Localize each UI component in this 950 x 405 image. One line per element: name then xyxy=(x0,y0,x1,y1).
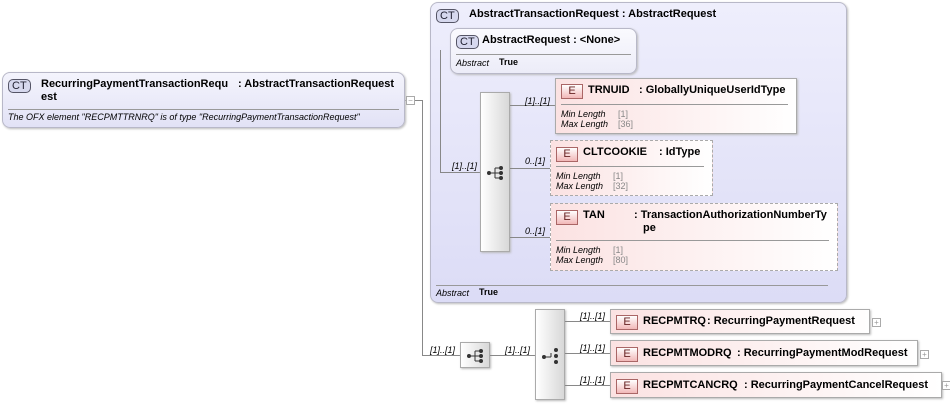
expand-button[interactable]: + xyxy=(942,381,950,390)
ct-badge: CT xyxy=(456,35,479,49)
collapse-button[interactable]: − xyxy=(406,96,415,105)
sequence-compositor[interactable] xyxy=(460,342,490,368)
parent-complex-type[interactable]: CT AbstractRequest : <None> Abstract Tru… xyxy=(450,28,637,74)
ct-plus-badge: CT xyxy=(8,79,31,93)
element-type: : GloballyUniqueUserIdType xyxy=(639,84,786,96)
max-length-label: Max Length xyxy=(556,181,604,191)
element-type: : RecurringPaymentRequest xyxy=(707,315,855,327)
element-type: : RecurringPaymentModRequest xyxy=(737,347,908,359)
element-badge: E xyxy=(556,147,578,162)
element-trnuid[interactable]: E TRNUID : GloballyUniqueUserIdType Min … xyxy=(555,78,797,134)
min-length-label: Min Length xyxy=(556,171,601,181)
element-cltcookie[interactable]: E CLTCOOKIE : IdType Min Length [1] Max … xyxy=(550,140,713,196)
element-badge: E xyxy=(561,84,583,99)
root-name-cont: est xyxy=(41,91,57,103)
connector xyxy=(422,355,460,356)
element-badge: E xyxy=(616,315,638,330)
root-type: : AbstractTransactionRequest xyxy=(238,78,395,90)
cardinality: [1]..[1] xyxy=(580,311,606,321)
cardinality: [1]..[1] xyxy=(452,161,478,171)
element-badge: E xyxy=(616,347,638,362)
element-name: TRNUID xyxy=(588,84,630,96)
cardinality: [1]..[1] xyxy=(430,345,456,355)
element-recpmtmodrq[interactable]: E RECPMTMODRQ : RecurringPaymentModReque… xyxy=(610,340,918,366)
element-badge: E xyxy=(616,379,638,394)
min-length-label: Min Length xyxy=(561,109,606,119)
sequence-icon xyxy=(467,349,483,363)
base-title: AbstractTransactionRequest : AbstractReq… xyxy=(469,8,717,20)
root-complex-type[interactable]: CT RecurringPaymentTransactionRequ est :… xyxy=(2,72,405,128)
element-name: CLTCOOKIE xyxy=(583,146,647,158)
abstract-label: Abstract xyxy=(436,288,470,298)
root-name: RecurringPaymentTransactionRequ xyxy=(41,78,229,90)
min-length-label: Min Length xyxy=(556,245,601,255)
element-type-cont: pe xyxy=(643,222,656,234)
element-type: : TransactionAuthorizationNumberTy xyxy=(634,209,827,221)
parent-title: AbstractRequest : <None> xyxy=(482,34,621,46)
max-length-value: [36] xyxy=(618,119,634,129)
abstract-value: True xyxy=(479,287,499,297)
min-length-value: [1] xyxy=(613,245,624,255)
cardinality: 0..[1] xyxy=(525,226,546,236)
cardinality: [1]..[1] xyxy=(580,343,606,353)
element-name: RECPMTCANCRQ xyxy=(643,379,738,391)
element-name: RECPMTMODRQ xyxy=(643,347,732,359)
element-badge: E xyxy=(556,210,578,225)
element-tan[interactable]: E TAN : TransactionAuthorizationNumberTy… xyxy=(550,203,838,271)
sequence-icon xyxy=(487,166,503,180)
element-name: RECPMTRQ xyxy=(643,315,706,327)
element-name: TAN xyxy=(583,209,605,221)
element-type: : RecurringPaymentCancelRequest xyxy=(744,379,928,391)
choice-icon xyxy=(542,348,558,364)
max-length-label: Max Length xyxy=(556,255,604,265)
max-length-value: [80] xyxy=(613,255,629,265)
cardinality: [1]..[1] xyxy=(580,375,606,385)
ct-plus-badge: CT xyxy=(436,9,459,23)
cardinality: [1]..[1] xyxy=(505,345,531,355)
element-recpmtrq[interactable]: E RECPMTRQ : RecurringPaymentRequest xyxy=(610,309,870,334)
abstract-label: Abstract xyxy=(456,58,490,68)
cardinality: [1]..[1] xyxy=(525,96,551,106)
sequence-compositor[interactable] xyxy=(480,92,510,252)
max-length-label: Max Length xyxy=(561,119,609,129)
abstract-value: True xyxy=(499,57,519,67)
min-length-value: [1] xyxy=(618,109,629,119)
expand-button[interactable]: + xyxy=(920,350,929,359)
choice-compositor[interactable] xyxy=(535,309,565,400)
element-type: : IdType xyxy=(659,146,701,158)
expand-button[interactable]: + xyxy=(872,318,881,327)
min-length-value: [1] xyxy=(613,171,624,181)
max-length-value: [32] xyxy=(613,181,629,191)
element-recpmtcancrq[interactable]: E RECPMTCANCRQ : RecurringPaymentCancelR… xyxy=(610,372,942,398)
cardinality: 0..[1] xyxy=(525,156,546,166)
root-description: The OFX element "RECPMTTRNRQ" is of type… xyxy=(8,112,360,122)
connector xyxy=(422,100,423,356)
